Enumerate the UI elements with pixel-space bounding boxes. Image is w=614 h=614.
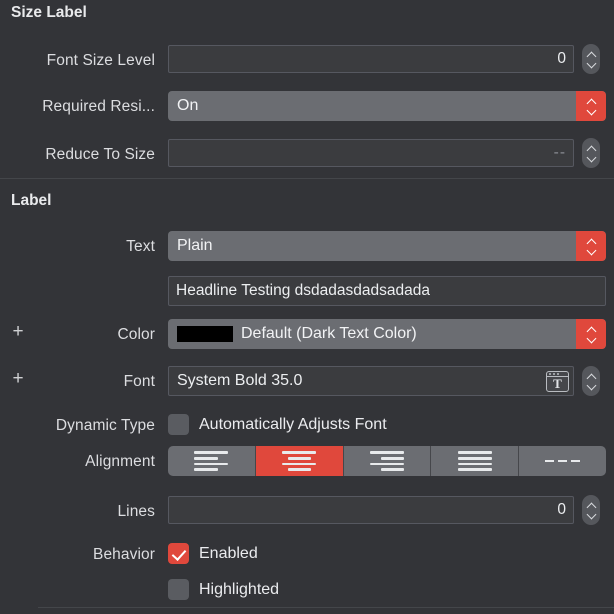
align-center-icon bbox=[282, 451, 317, 471]
stepper-down-icon[interactable] bbox=[587, 512, 596, 517]
align-right-icon bbox=[369, 451, 404, 471]
reduce-to-size-value: -- bbox=[553, 144, 566, 161]
automatically-adjusts-font-checkbox[interactable] bbox=[168, 414, 189, 435]
font-picker-letter: T bbox=[553, 375, 562, 391]
stepper-down-icon[interactable] bbox=[587, 383, 596, 388]
popup-arrows-icon[interactable] bbox=[576, 231, 606, 261]
dynamic-type-label: Dynamic Type bbox=[55, 417, 155, 434]
enabled-checkbox-row[interactable]: Enabled bbox=[168, 543, 258, 564]
popup-arrows-icon[interactable] bbox=[576, 319, 606, 349]
popup-down-icon bbox=[587, 336, 596, 341]
stepper-up-icon[interactable] bbox=[587, 504, 596, 509]
required-resistance-value: On bbox=[177, 97, 199, 114]
alignment-option-align-right[interactable] bbox=[344, 446, 432, 476]
lines-input[interactable]: 0 bbox=[168, 496, 574, 524]
popup-arrows-icon[interactable] bbox=[576, 91, 606, 121]
highlighted-checkbox[interactable] bbox=[168, 579, 189, 600]
automatically-adjusts-font-label: Automatically Adjusts Font bbox=[199, 415, 387, 433]
section-title-size-label: Size Label bbox=[11, 4, 87, 21]
font-label: Font bbox=[123, 373, 155, 390]
behavior-label: Behavior bbox=[93, 546, 155, 563]
alignment-option-align-center[interactable] bbox=[255, 446, 344, 476]
enabled-label: Enabled bbox=[199, 544, 258, 562]
font-size-level-label: Font Size Level bbox=[46, 52, 155, 69]
reduce-to-size-label: Reduce To Size bbox=[45, 146, 155, 163]
reduce-to-size-stepper[interactable] bbox=[582, 138, 600, 168]
label-text-input[interactable]: Headline Testing dsdadasdadsadada bbox=[168, 276, 606, 306]
stepper-up-icon[interactable] bbox=[587, 147, 596, 152]
required-resistance-label: Required Resi... bbox=[42, 98, 155, 115]
popup-up-icon bbox=[587, 328, 596, 333]
font-value: System Bold 35.0 bbox=[177, 372, 303, 389]
popup-up-icon bbox=[587, 240, 596, 245]
alignment-label: Alignment bbox=[85, 453, 155, 470]
required-resistance-popup[interactable]: On bbox=[168, 91, 606, 121]
color-swatch bbox=[177, 326, 233, 342]
color-value: Default (Dark Text Color) bbox=[241, 325, 417, 342]
alignment-option-align-left[interactable] bbox=[168, 446, 256, 476]
font-size-level-stepper[interactable] bbox=[582, 44, 600, 74]
section-divider bbox=[0, 178, 614, 179]
attributes-inspector-panel: Size Label Font Size Level 0 Required Re… bbox=[0, 0, 614, 614]
stepper-up-icon[interactable] bbox=[587, 53, 596, 58]
automatically-adjusts-font-checkbox-row[interactable]: Automatically Adjusts Font bbox=[168, 414, 387, 435]
align-left-icon bbox=[194, 451, 229, 471]
stepper-down-icon[interactable] bbox=[587, 155, 596, 160]
font-size-level-input[interactable]: 0 bbox=[168, 45, 574, 73]
color-label: Color bbox=[117, 326, 155, 343]
highlighted-label: Highlighted bbox=[199, 580, 280, 598]
lines-stepper[interactable] bbox=[582, 495, 600, 525]
font-input[interactable]: System Bold 35.0 T bbox=[168, 366, 574, 396]
align-justified-icon bbox=[457, 451, 492, 471]
lines-label: Lines bbox=[117, 503, 155, 520]
stepper-up-icon[interactable] bbox=[587, 375, 596, 380]
align-natural-icon bbox=[545, 459, 581, 463]
color-popup[interactable]: Default (Dark Text Color) bbox=[168, 319, 606, 349]
text-style-popup[interactable]: Plain bbox=[168, 231, 606, 261]
alignment-option-align-justified[interactable] bbox=[431, 446, 520, 476]
bottom-divider bbox=[38, 607, 614, 608]
stepper-down-icon[interactable] bbox=[587, 61, 596, 66]
font-stepper[interactable] bbox=[582, 366, 600, 396]
alignment-segmented-control[interactable] bbox=[168, 446, 606, 476]
popup-down-icon bbox=[587, 108, 596, 113]
text-style-label: Text bbox=[126, 238, 155, 255]
popup-down-icon bbox=[587, 248, 596, 253]
section-title-label: Label bbox=[11, 192, 52, 209]
popup-up-icon bbox=[587, 100, 596, 105]
enabled-checkbox[interactable] bbox=[168, 543, 189, 564]
reduce-to-size-input[interactable]: -- bbox=[168, 139, 574, 167]
highlighted-checkbox-row[interactable]: Highlighted bbox=[168, 579, 279, 600]
alignment-option-align-natural[interactable] bbox=[519, 446, 606, 476]
text-style-value: Plain bbox=[177, 237, 213, 254]
font-picker-icon[interactable]: T bbox=[546, 370, 569, 392]
